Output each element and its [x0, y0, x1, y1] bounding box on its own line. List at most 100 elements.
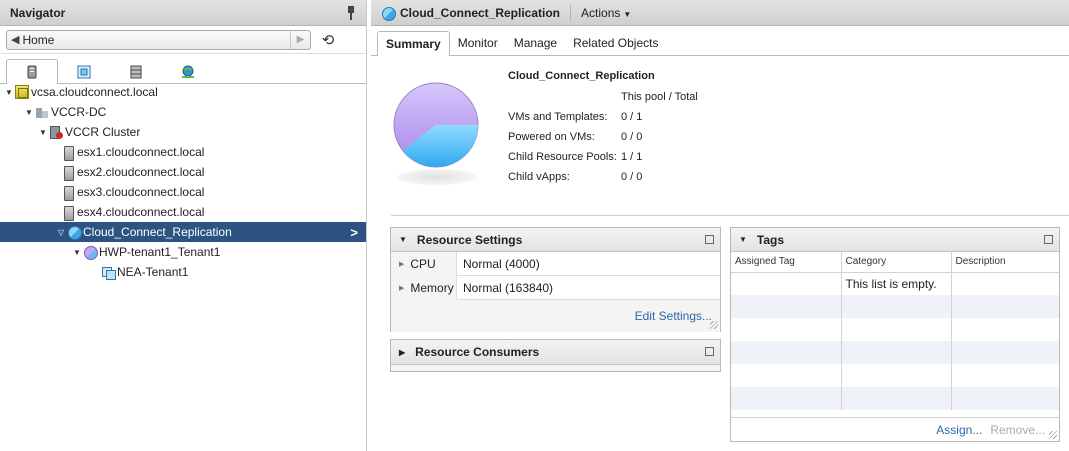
- resource-pool-icon: [381, 6, 396, 21]
- maximize-icon[interactable]: [705, 235, 714, 244]
- pie-shadow: [397, 169, 477, 185]
- tags-table: Assigned Tag Category Description This l…: [731, 252, 1059, 410]
- portlet-title: Resource Consumers: [415, 345, 540, 359]
- resource-row-value: Normal (4000): [463, 256, 540, 271]
- expand-triangle-icon[interactable]: ▼: [4, 88, 14, 97]
- collapse-triangle-icon[interactable]: ▼: [399, 235, 407, 244]
- host-icon: [61, 145, 75, 161]
- object-view: Cloud_Connect_Replication Actions ▼ Summa…: [371, 0, 1069, 451]
- summary-row-label: Powered on VMs:: [508, 131, 595, 143]
- tags-portlet: ▼ Tags Assigned Tag Category Description…: [730, 227, 1060, 442]
- expand-triangle-icon[interactable]: ▶: [399, 284, 404, 292]
- table-row: [731, 341, 1059, 364]
- expand-triangle-icon[interactable]: ▼: [72, 248, 82, 257]
- table-row: [731, 387, 1059, 410]
- tree-node-host[interactable]: esx4.cloudconnect.local: [0, 202, 366, 222]
- resource-consumers-header[interactable]: ▶ Resource Consumers: [391, 340, 720, 365]
- expand-triangle-icon[interactable]: ▽: [56, 228, 66, 237]
- resource-settings-footer: Edit Settings...: [391, 300, 720, 332]
- summary-section: Cloud_Connect_Replication This pool / To…: [371, 57, 1069, 216]
- tree-node-label: esx1.cloudconnect.local: [77, 145, 205, 159]
- tree-node-cluster[interactable]: ▼ VCCR Cluster: [0, 122, 366, 142]
- column-header-description[interactable]: Description: [951, 252, 1059, 273]
- pin-icon[interactable]: [346, 5, 356, 20]
- home-back-button[interactable]: ◀ Home ▶: [6, 29, 311, 50]
- summary-row-label: Child Resource Pools:: [508, 151, 617, 163]
- tree-node-resource-pool-selected[interactable]: ▽ Cloud_Connect_Replication >: [0, 222, 366, 242]
- resize-grip-icon[interactable]: [710, 321, 718, 329]
- navigator-icon-tabs: [0, 54, 366, 84]
- vm-icon: [77, 65, 91, 78]
- summary-title: Cloud_Connect_Replication: [508, 70, 655, 82]
- resource-pool-pie-icon: [393, 82, 479, 168]
- remove-tag-link[interactable]: Remove...: [990, 423, 1045, 437]
- maximize-icon[interactable]: [1044, 235, 1053, 244]
- portlet-body: [391, 365, 720, 371]
- host-icon: [61, 185, 75, 201]
- tree-node-label: esx2.cloudconnect.local: [77, 165, 205, 179]
- edit-settings-link[interactable]: Edit Settings...: [635, 309, 712, 323]
- chevron-right-icon[interactable]: >: [350, 225, 358, 240]
- summary-row-label: VMs and Templates:: [508, 111, 608, 123]
- resource-pool-icon: [67, 225, 82, 240]
- resource-row-value: Normal (163840): [463, 280, 554, 295]
- actions-menu[interactable]: Actions ▼: [571, 6, 631, 20]
- portlet-title: Tags: [756, 232, 785, 247]
- tree-node-resource-pool[interactable]: ▼ HWP-tenant1_Tenant1: [0, 242, 366, 262]
- tags-footer: Assign... Remove...: [731, 417, 1059, 441]
- table-row: [731, 318, 1059, 341]
- object-tabs: Summary Monitor Manage Related Objects: [371, 26, 1069, 56]
- collapse-triangle-icon[interactable]: ▼: [739, 235, 747, 244]
- tree-node-label: esx3.cloudconnect.local: [77, 185, 205, 199]
- hosts-clusters-tab[interactable]: [6, 59, 58, 84]
- tab-manage[interactable]: Manage: [506, 31, 565, 55]
- expand-triangle-icon[interactable]: ▶: [399, 260, 404, 268]
- tab-summary[interactable]: Summary: [377, 31, 450, 56]
- resource-row-cpu[interactable]: ▶ CPU Normal (4000): [391, 251, 720, 276]
- column-header-category[interactable]: Category: [841, 252, 952, 273]
- object-header: Cloud_Connect_Replication Actions ▼: [371, 0, 1069, 26]
- networking-tab[interactable]: [162, 59, 214, 83]
- tab-related-objects[interactable]: Related Objects: [565, 31, 666, 55]
- chevron-right-icon: ▶: [296, 34, 305, 45]
- tree-node-vcenter[interactable]: ▼ vcsa.cloudconnect.local: [0, 82, 366, 102]
- resource-settings-header[interactable]: ▼ Resource Settings: [391, 228, 720, 252]
- summary-row: Child vApps: 0 / 0: [508, 171, 642, 185]
- resize-grip-icon[interactable]: [1049, 431, 1057, 439]
- summary-row-label: Child vApps:: [508, 171, 570, 183]
- assign-tag-link[interactable]: Assign...: [936, 423, 982, 437]
- vcenter-icon: [15, 85, 29, 99]
- tab-monitor[interactable]: Monitor: [450, 31, 506, 55]
- caret-down-icon: ▼: [623, 9, 632, 19]
- navigator-title: Navigator: [10, 5, 66, 20]
- tree-node-vapp[interactable]: NEA-Tenant1: [0, 262, 366, 282]
- resource-row-memory[interactable]: ▶ Memory Normal (163840): [391, 275, 720, 300]
- tree-node-label: NEA-Tenant1: [117, 265, 189, 279]
- tree-node-label: vcsa.cloudconnect.local: [31, 85, 158, 99]
- tree-node-host[interactable]: esx3.cloudconnect.local: [0, 182, 366, 202]
- vms-templates-tab[interactable]: [58, 59, 110, 83]
- vapp-icon: [101, 265, 116, 280]
- navigator-panel: Navigator ◀ Home ▶ ⟲ ▼ vcsa.cloudconnect…: [0, 0, 367, 451]
- resource-pool-icon: [83, 245, 98, 260]
- tree-node-label: HWP-tenant1_Tenant1: [99, 245, 221, 259]
- navigator-header: Navigator: [0, 0, 366, 26]
- object-title: Cloud_Connect_Replication: [400, 3, 572, 22]
- tags-header[interactable]: ▼ Tags: [731, 228, 1059, 252]
- inventory-tree: ▼ vcsa.cloudconnect.local ▼ VCCR-DC ▼ VC…: [0, 82, 366, 282]
- expand-triangle-icon[interactable]: ▼: [24, 108, 34, 117]
- cluster-icon: [49, 125, 63, 139]
- host-icon: [61, 205, 75, 221]
- expand-triangle-icon[interactable]: ▶: [399, 348, 405, 357]
- history-icon[interactable]: ⟲: [319, 31, 337, 49]
- tree-node-datacenter[interactable]: ▼ VCCR-DC: [0, 102, 366, 122]
- forward-button[interactable]: ▶: [290, 30, 310, 49]
- maximize-icon[interactable]: [705, 347, 714, 356]
- tree-node-host[interactable]: esx2.cloudconnect.local: [0, 162, 366, 182]
- summary-row: Powered on VMs: 0 / 0: [508, 131, 642, 145]
- column-header-assigned-tag[interactable]: Assigned Tag: [731, 252, 842, 273]
- datacenter-icon: [35, 105, 49, 119]
- storage-tab[interactable]: [110, 59, 162, 83]
- expand-triangle-icon[interactable]: ▼: [38, 128, 48, 137]
- tree-node-host[interactable]: esx1.cloudconnect.local: [0, 142, 366, 162]
